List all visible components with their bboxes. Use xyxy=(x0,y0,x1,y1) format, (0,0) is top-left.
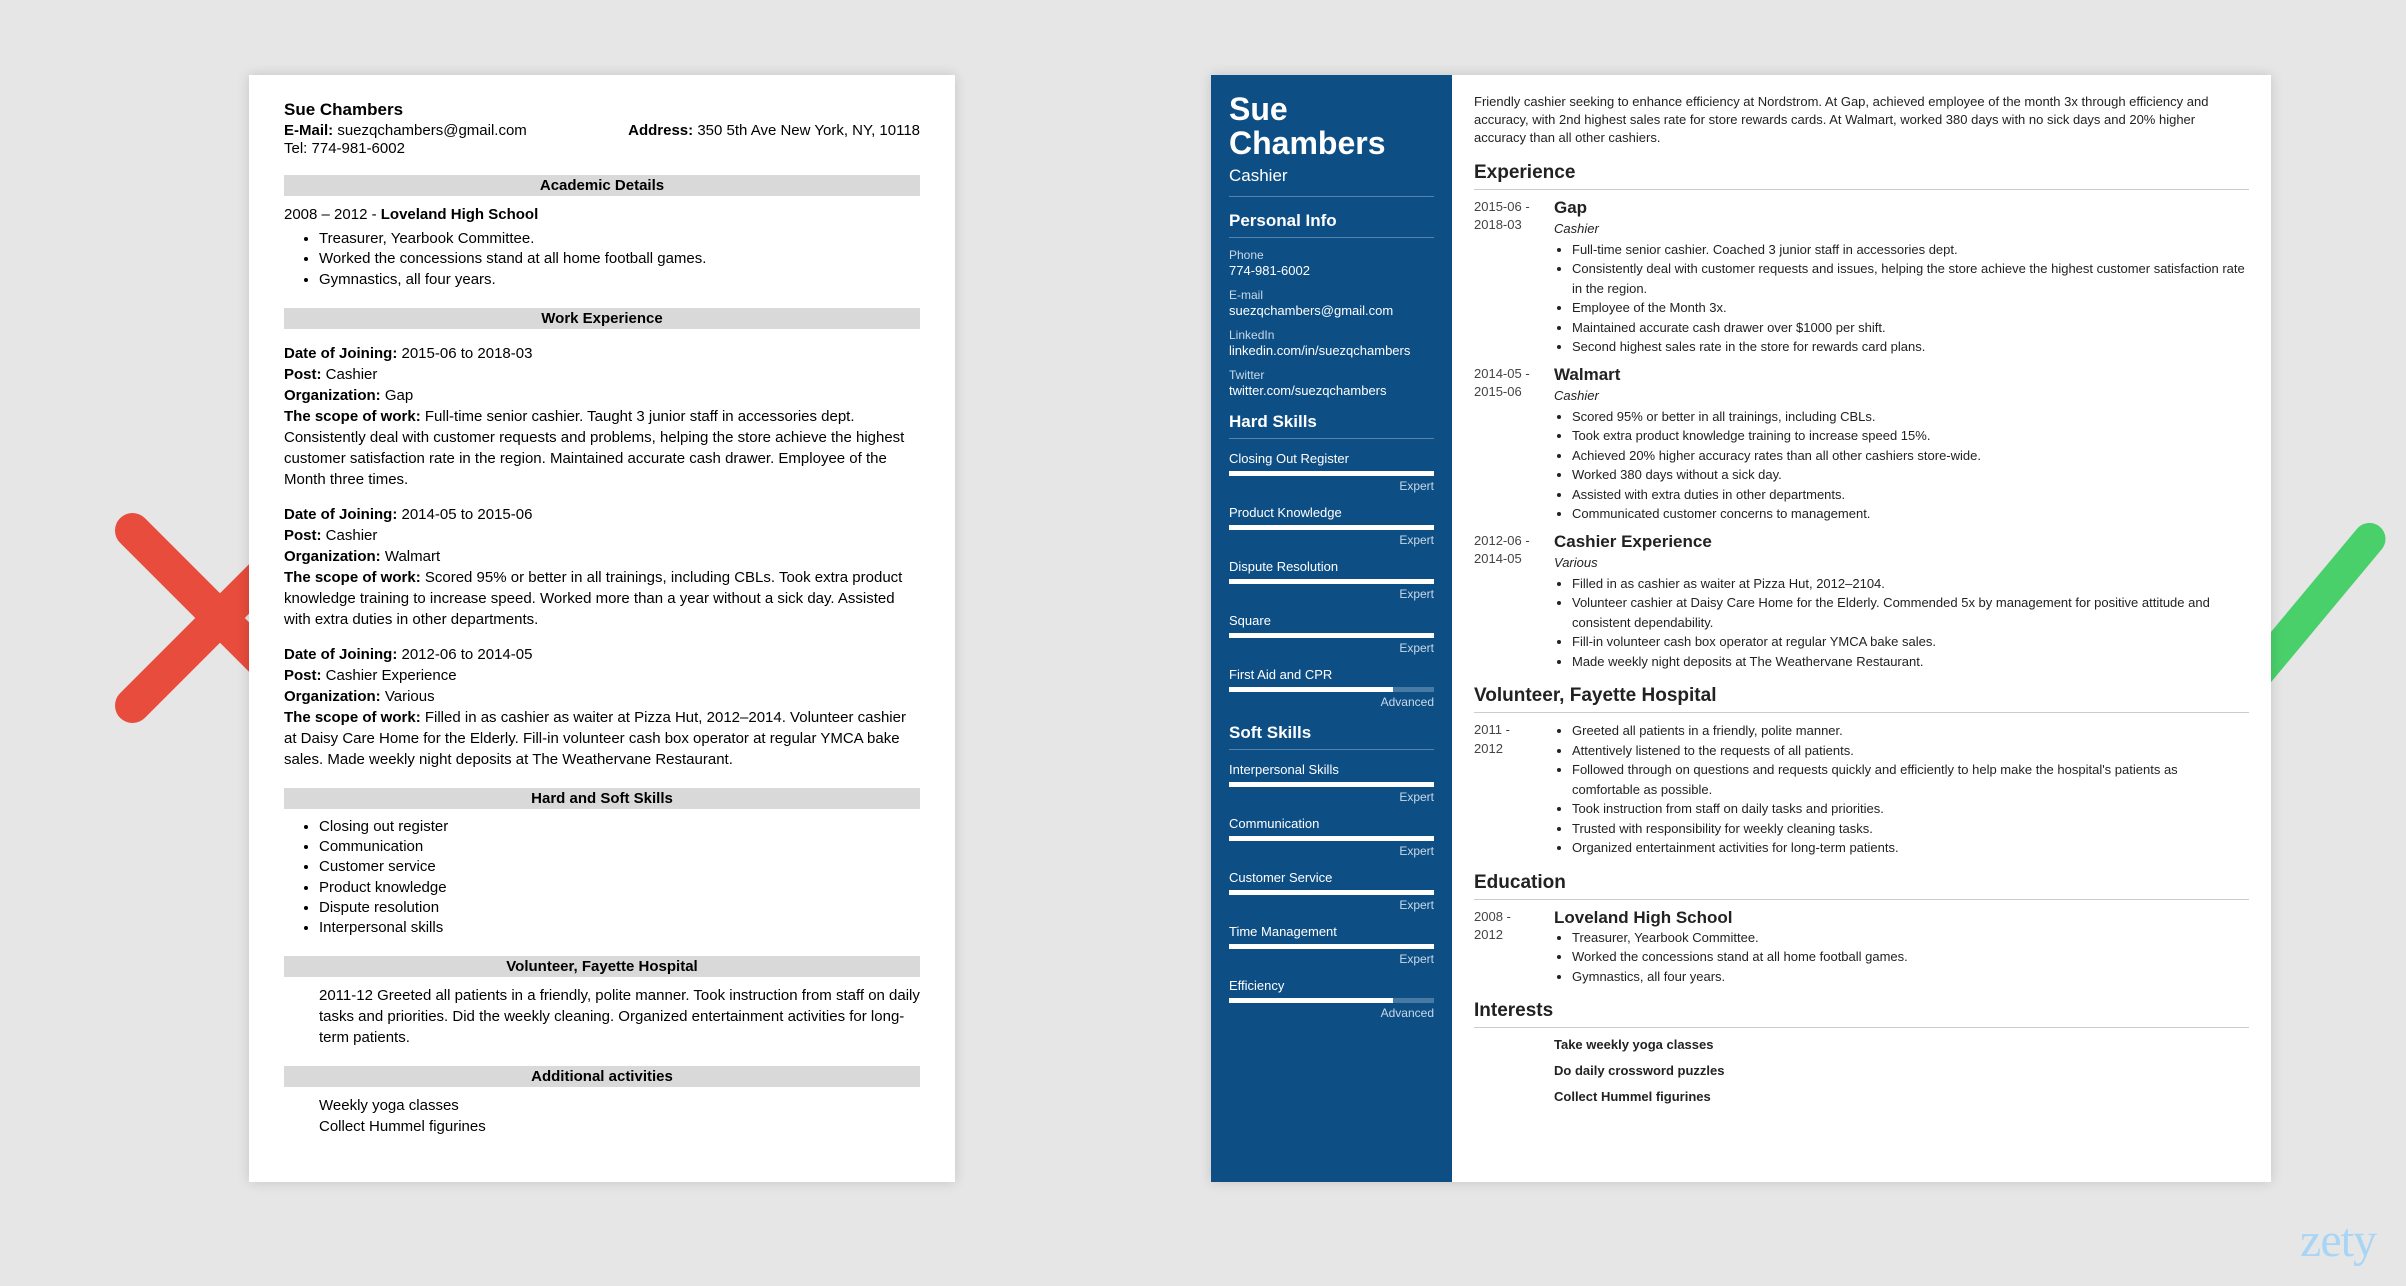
skill-item: SquareExpert xyxy=(1229,613,1434,655)
sidebar-head-personal: Personal Info xyxy=(1229,211,1434,238)
name: Sue Chambers xyxy=(284,100,920,120)
phone-value: 774-981-6002 xyxy=(1229,263,1434,278)
twitter-value: twitter.com/suezqchambers xyxy=(1229,383,1434,398)
sidebar-head-soft: Soft Skills xyxy=(1229,723,1434,750)
experience-entry: 2015-06 -2018-03GapCashierFull-time seni… xyxy=(1474,198,2249,357)
skill-item: Dispute ResolutionExpert xyxy=(1229,559,1434,601)
email-value: suezqchambers@gmail.com xyxy=(1229,303,1434,318)
volunteer-entry: 2011 -2012 Greeted all patients in a fri… xyxy=(1474,721,2249,858)
section-academic: Academic Details xyxy=(284,175,920,196)
sidebar-head-hard: Hard Skills xyxy=(1229,412,1434,439)
section-skills: Hard and Soft Skills xyxy=(284,788,920,809)
job-gap: Date of Joining: 2015-06 to 2018-03 Post… xyxy=(284,343,920,490)
twitter-label: Twitter xyxy=(1229,368,1434,382)
section-work: Work Experience xyxy=(284,308,920,329)
skill-item: Interpersonal SkillsExpert xyxy=(1229,762,1434,804)
academic-line: 2008 – 2012 - Loveland High School xyxy=(284,204,920,225)
head-volunteer: Volunteer, Fayette Hospital xyxy=(1474,685,2249,713)
academic-bullets: Treasurer, Yearbook Committee. Worked th… xyxy=(319,229,920,290)
name-first: Sue xyxy=(1229,93,1434,127)
job-walmart: Date of Joining: 2014-05 to 2015-06 Post… xyxy=(284,504,920,630)
name-last: Chambers xyxy=(1229,127,1434,161)
skills-bullets: Closing out registerCommunicationCustome… xyxy=(319,817,920,939)
head-education: Education xyxy=(1474,872,2249,900)
job-title: Cashier xyxy=(1229,166,1434,197)
tel-line: Tel: 774-981-6002 xyxy=(284,140,920,157)
resume-good: Sue Chambers Cashier Personal Info Phone… xyxy=(1211,75,2271,1182)
job-various: Date of Joining: 2012-06 to 2014-05 Post… xyxy=(284,644,920,770)
additional-1: Weekly yoga classes xyxy=(319,1095,920,1116)
address-line: Address: 350 5th Ave New York, NY, 10118 xyxy=(628,122,920,139)
email-line: E-Mail: suezqchambers@gmail.com xyxy=(284,122,527,139)
phone-label: Phone xyxy=(1229,248,1434,262)
head-experience: Experience xyxy=(1474,162,2249,190)
experience-entry: 2012-06 -2014-05Cashier ExperienceVariou… xyxy=(1474,532,2249,672)
skill-item: Time ManagementExpert xyxy=(1229,924,1434,966)
zety-logo: zety xyxy=(2300,1213,2376,1268)
resume-bad: Sue Chambers E-Mail: suezqchambers@gmail… xyxy=(249,75,955,1182)
skill-item: Closing Out RegisterExpert xyxy=(1229,451,1434,493)
skill-item: First Aid and CPRAdvanced xyxy=(1229,667,1434,709)
email-label: E-mail xyxy=(1229,288,1434,302)
skill-item: EfficiencyAdvanced xyxy=(1229,978,1434,1020)
head-interests: Interests xyxy=(1474,1000,2249,1028)
skill-item: CommunicationExpert xyxy=(1229,816,1434,858)
section-additional: Additional activities xyxy=(284,1066,920,1087)
main-content: Friendly cashier seeking to enhance effi… xyxy=(1452,75,2271,1182)
skill-item: Product KnowledgeExpert xyxy=(1229,505,1434,547)
experience-entry: 2014-05 -2015-06WalmartCashierScored 95%… xyxy=(1474,365,2249,524)
education-entry: 2008 -2012 Loveland High SchoolTreasurer… xyxy=(1474,908,2249,987)
interests-list: Take weekly yoga classes Do daily crossw… xyxy=(1554,1032,2249,1110)
sidebar: Sue Chambers Cashier Personal Info Phone… xyxy=(1211,75,1452,1182)
linkedin-label: LinkedIn xyxy=(1229,328,1434,342)
additional-2: Collect Hummel figurines xyxy=(319,1116,920,1137)
linkedin-value: linkedin.com/in/suezqchambers xyxy=(1229,343,1434,358)
skill-item: Customer ServiceExpert xyxy=(1229,870,1434,912)
volunteer-text: 2011-12 Greeted all patients in a friend… xyxy=(319,985,920,1048)
section-volunteer: Volunteer, Fayette Hospital xyxy=(284,956,920,977)
summary: Friendly cashier seeking to enhance effi… xyxy=(1474,93,2249,148)
